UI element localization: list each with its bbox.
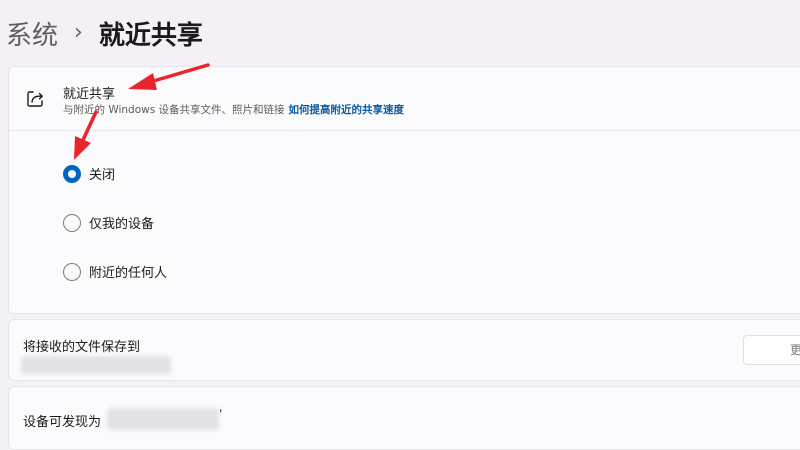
discoverable-card: 设备可发现为 ' [8,386,800,450]
breadcrumb-system[interactable]: 系统 [6,15,58,52]
improve-speed-link[interactable]: 如何提高附近的共享速度 [289,104,405,116]
redacted-device-name [107,408,219,430]
radio-option-off[interactable]: 关闭 [63,164,115,183]
save-location-card: 将接收的文件保存到 更 [8,319,800,381]
nearby-sharing-header: 就近共享 与附近的 Windows 设备共享文件、照片和链接 如何提高附近的共享速… [9,67,800,131]
redacted-path [21,356,171,374]
breadcrumb-separator-icon: › [74,20,83,45]
nearby-sharing-card: 就近共享 与附近的 Windows 设备共享文件、照片和链接 如何提高附近的共享速… [8,66,800,314]
share-icon [27,91,43,107]
discoverable-label: 设备可发现为 [23,415,102,430]
nearby-sharing-title: 就近共享 [63,87,116,102]
radio-option-everyone[interactable]: 附近的任何人 [63,262,167,281]
radio-label-off: 关闭 [89,168,116,183]
save-location-label: 将接收的文件保存到 [23,340,141,355]
change-folder-button[interactable]: 更 [743,335,800,365]
radio-button-checked[interactable] [63,164,81,183]
radio-label-everyone: 附近的任何人 [89,266,168,281]
radio-label-my-devices: 仅我的设备 [89,217,155,232]
nearby-sharing-description: 与附近的 Windows 设备共享文件、照片和链接 如何提高附近的共享速度 [63,102,404,117]
discoverable-suffix: ' [219,407,223,421]
radio-button[interactable] [63,213,81,232]
radio-option-my-devices[interactable]: 仅我的设备 [63,213,154,232]
description-text: 与附近的 Windows 设备共享文件、照片和链接 [63,104,285,116]
breadcrumb: 系统 › 就近共享 [6,14,203,52]
page-title: 就近共享 [98,20,203,51]
radio-button[interactable] [63,262,81,281]
